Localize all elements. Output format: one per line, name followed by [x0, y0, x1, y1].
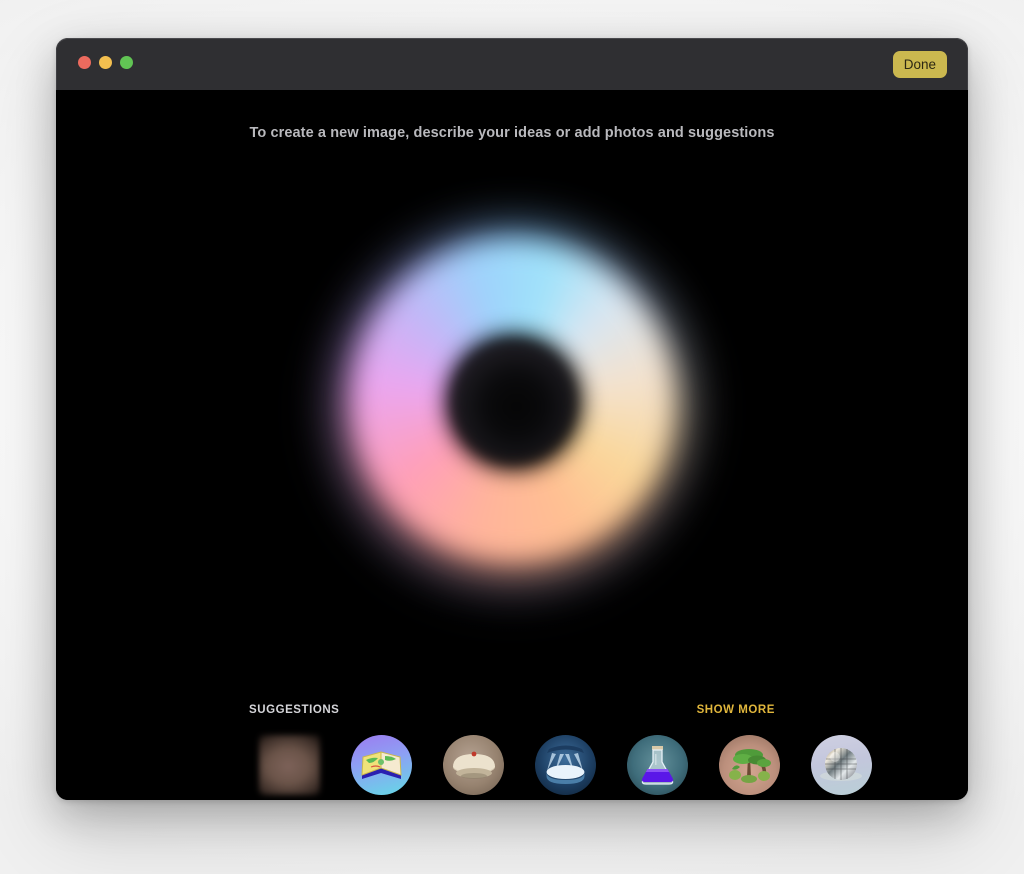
- suggestion-item-stage[interactable]: Stage: [525, 735, 605, 800]
- flask-icon: [626, 735, 688, 795]
- suggestions-row: Aaron Adventure: [249, 735, 889, 800]
- stage-spotlight-icon: [534, 735, 596, 795]
- done-button[interactable]: Done: [892, 51, 947, 78]
- maximize-window-button[interactable]: [120, 56, 133, 69]
- image-playground-orb: [272, 170, 752, 650]
- disco-ball-icon: [810, 735, 872, 795]
- beret-hat-glyph: [452, 751, 495, 779]
- rainforest-trees-glyph: [728, 749, 771, 783]
- suggestion-item-disco[interactable]: Disco: [801, 735, 881, 800]
- suggestion-item-beret[interactable]: Beret: [433, 735, 513, 800]
- person-photo-thumbnail: [258, 735, 320, 795]
- disco-ball-glyph: [819, 748, 862, 781]
- flask-glyph: [641, 746, 673, 785]
- rainforest-trees-icon: [718, 735, 780, 795]
- suggestions-header: SUGGESTIONS SHOW MORE: [249, 704, 775, 716]
- suggestion-item-rainforest[interactable]: Rainforest: [709, 735, 789, 800]
- stage-spotlight-glyph: [546, 745, 584, 784]
- open-map-glyph: [360, 751, 402, 779]
- open-map-icon: [350, 735, 412, 795]
- beret-hat-icon: [442, 735, 504, 795]
- traffic-light-group: [78, 56, 133, 69]
- suggestion-item-scientist[interactable]: Scientist: [617, 735, 697, 800]
- suggestion-item-aaron[interactable]: Aaron: [249, 735, 329, 800]
- suggestion-item-adventure[interactable]: Adventure: [341, 735, 421, 800]
- orb-vignette: [272, 170, 752, 650]
- image-playground-window: Done To create a new image, describe you…: [56, 38, 968, 800]
- show-more-button[interactable]: SHOW MORE: [697, 704, 775, 716]
- page-headline: To create a new image, describe your ide…: [249, 125, 775, 141]
- suggestions-title: SUGGESTIONS: [249, 704, 340, 716]
- window-titlebar: Done: [56, 38, 968, 90]
- window-content: To create a new image, describe your ide…: [56, 90, 968, 800]
- close-window-button[interactable]: [78, 56, 91, 69]
- minimize-window-button[interactable]: [99, 56, 112, 69]
